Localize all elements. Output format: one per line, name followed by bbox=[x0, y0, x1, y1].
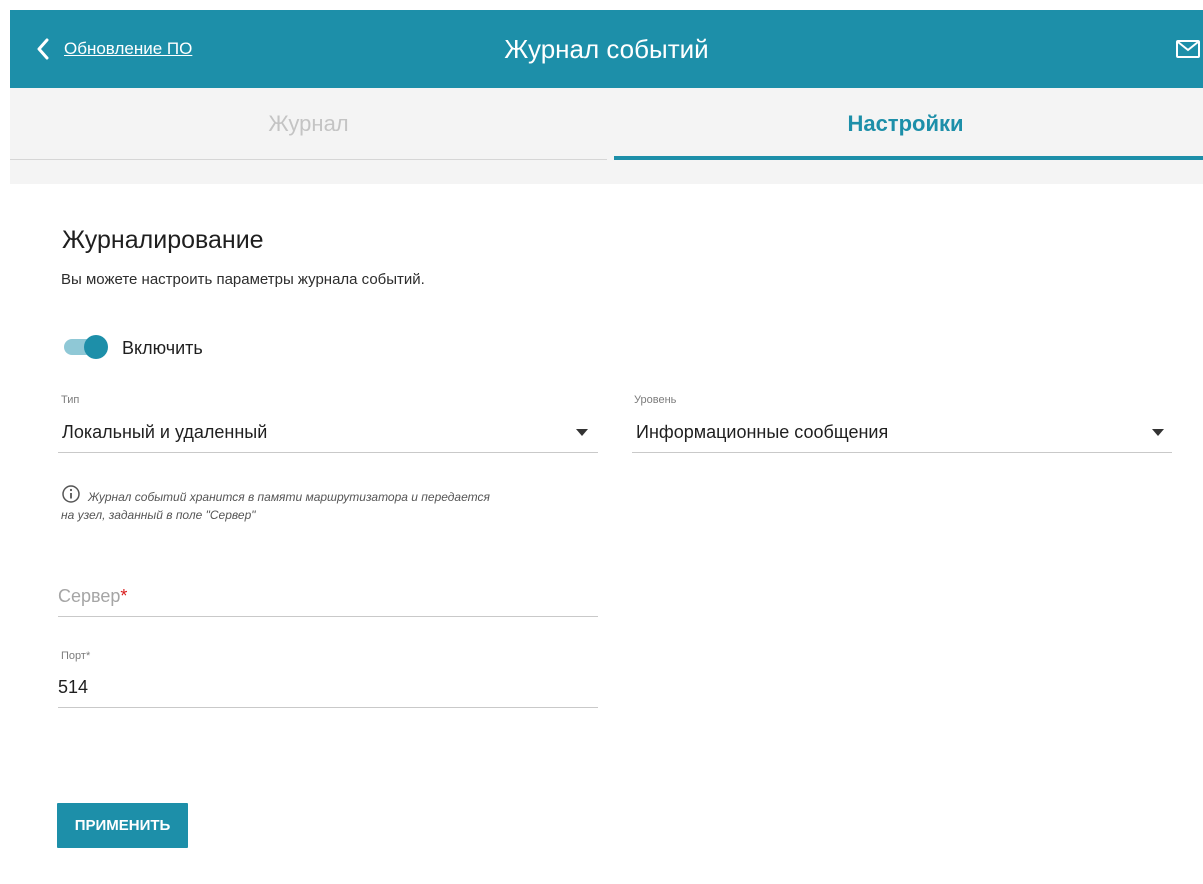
section-description: Вы можете настроить параметры журнала со… bbox=[61, 271, 425, 288]
level-select[interactable]: Информационные сообщения bbox=[632, 412, 1172, 450]
port-input[interactable] bbox=[58, 672, 598, 702]
server-input-underline bbox=[58, 616, 598, 617]
page: Обновление ПО Журнал событий Журнал Наст… bbox=[0, 0, 1203, 884]
page-title: Журнал событий bbox=[504, 34, 709, 64]
level-select-label: Уровень bbox=[634, 394, 677, 406]
level-select-underline bbox=[632, 452, 1172, 453]
level-select-value: Информационные сообщения bbox=[636, 422, 889, 442]
server-input[interactable] bbox=[58, 576, 598, 616]
port-field-label: Порт* bbox=[61, 650, 91, 662]
info-note-line2: на узел, заданный в поле "Сервер" bbox=[61, 508, 256, 522]
tab-log[interactable]: Журнал bbox=[10, 88, 607, 160]
type-select[interactable]: Локальный и удаленный bbox=[58, 412, 598, 450]
section-title: Журналирование bbox=[62, 226, 264, 254]
tab-settings-label: Настройки bbox=[847, 111, 964, 136]
info-note-line1: Журнал событий хранится в памяти маршрут… bbox=[88, 490, 490, 504]
content-top-gap bbox=[10, 160, 1203, 184]
enable-toggle[interactable] bbox=[62, 334, 110, 360]
toggle-knob bbox=[84, 335, 108, 359]
tab-log-label: Журнал bbox=[268, 111, 349, 136]
apply-button[interactable]: ПРИМЕНИТЬ bbox=[57, 803, 188, 848]
chevron-down-icon bbox=[576, 429, 588, 436]
enable-toggle-label: Включить bbox=[122, 338, 203, 358]
tab-settings[interactable]: Настройки bbox=[607, 88, 1203, 160]
type-select-value: Локальный и удаленный bbox=[62, 422, 268, 442]
header-bar: Обновление ПО Журнал событий bbox=[10, 10, 1203, 88]
mail-icon[interactable] bbox=[1175, 38, 1201, 60]
info-icon bbox=[62, 485, 80, 503]
type-select-label: Тип bbox=[61, 394, 80, 406]
port-input-underline bbox=[58, 707, 598, 708]
tabs-bar: Журнал Настройки bbox=[10, 88, 1203, 160]
settings-panel: Журналирование Вы можете настроить парам… bbox=[14, 184, 1203, 884]
chevron-down-icon bbox=[1152, 429, 1164, 436]
type-select-underline bbox=[58, 452, 598, 453]
